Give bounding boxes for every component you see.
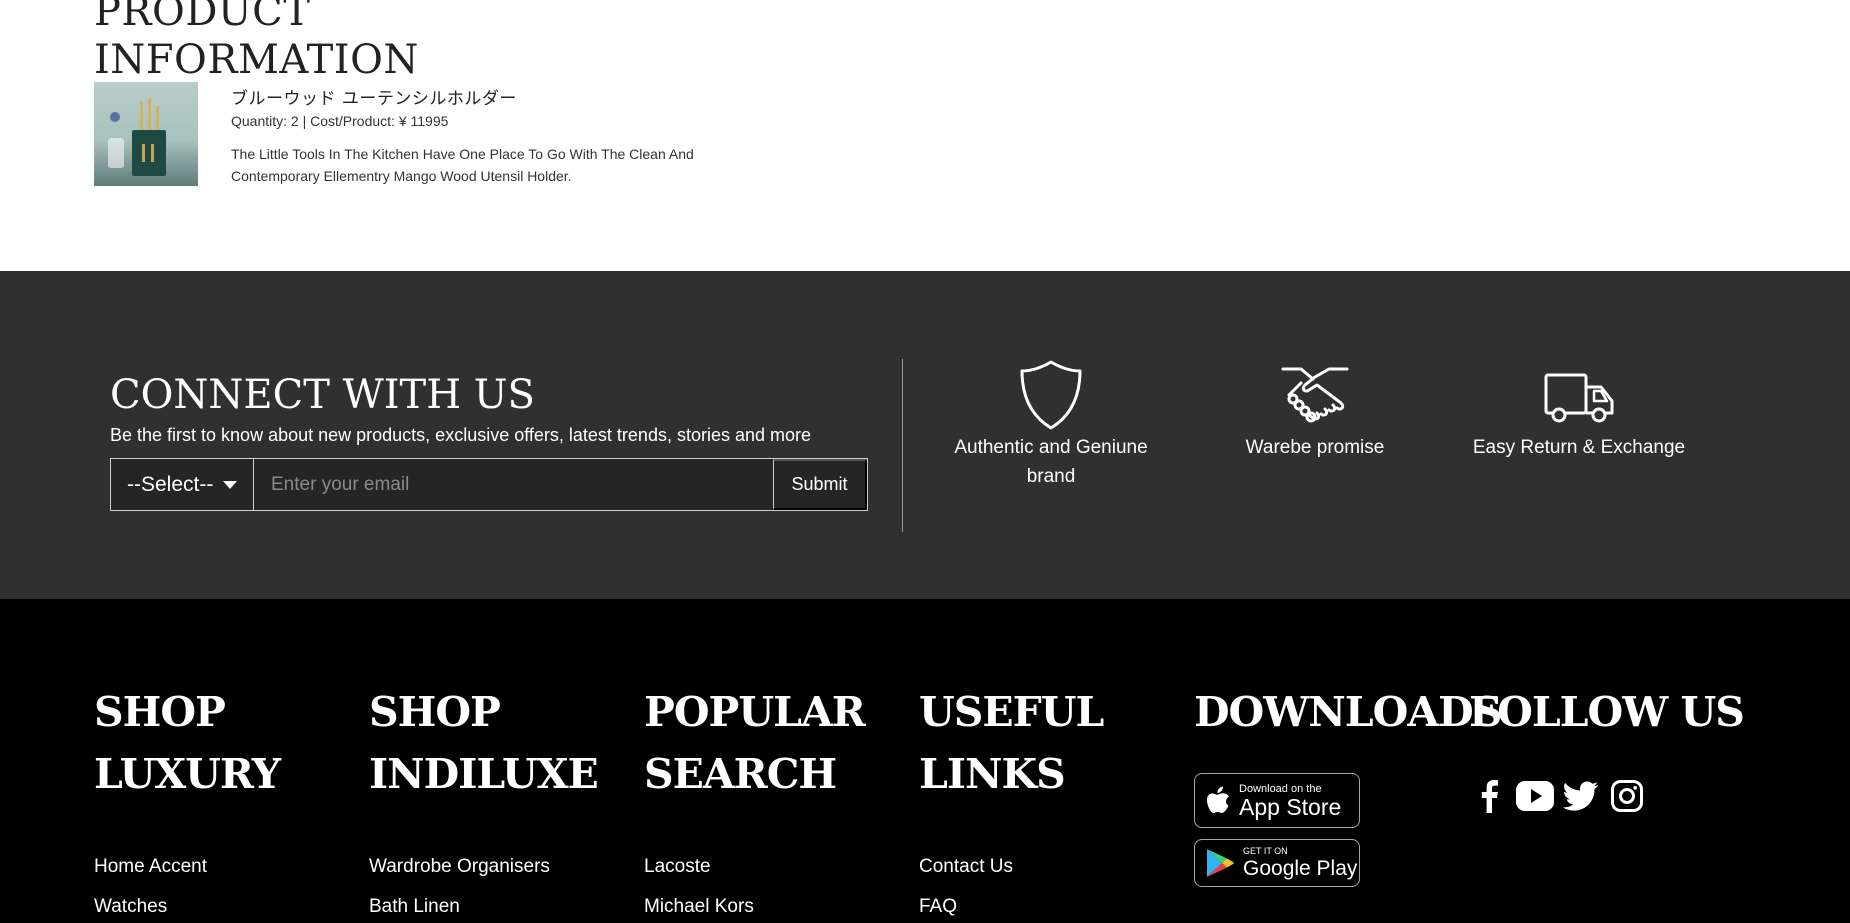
- apple-icon: [1207, 786, 1229, 813]
- feature-return: Easy Return & Exchange: [1459, 359, 1699, 462]
- footer-link[interactable]: Michael Kors: [644, 887, 904, 923]
- footer-column-useful-links: USEFUL LINKS Contact Us FAQ: [919, 681, 1179, 923]
- feature-authentic-label: Authentic and Geniune brand: [954, 437, 1148, 487]
- app-store-badge[interactable]: Download on the App Store: [1194, 773, 1360, 828]
- app-store-small-text: Download on the: [1239, 782, 1322, 795]
- footer-column-title: FOLLOW US: [1469, 688, 1745, 736]
- feature-authentic: Authentic and Geniune brand: [931, 359, 1171, 491]
- product-information-title-line2: INFORMATION: [94, 37, 419, 83]
- connect-title: CONNECT WITH US: [110, 372, 535, 418]
- social-links: [1466, 776, 1650, 816]
- footer-column-downloads: DOWNLOADS: [1194, 681, 1502, 743]
- email-input[interactable]: [254, 459, 773, 510]
- footer-column-follow-us: FOLLOW US: [1469, 681, 1745, 743]
- footer-column-title: POPULAR SEARCH: [644, 688, 866, 798]
- google-play-badge[interactable]: GET IT ON Google Play: [1194, 839, 1360, 887]
- footer-column-title: DOWNLOADS: [1194, 688, 1502, 736]
- site-footer: SHOP LUXURY Home Accent Watches SHOP IND…: [0, 599, 1850, 923]
- footer-link[interactable]: Watches: [94, 887, 354, 923]
- product-information-title-line1: PRODUCT: [94, 0, 311, 35]
- footer-column-popular-search: POPULAR SEARCH Lacoste Michael Kors: [644, 681, 904, 923]
- instagram-icon[interactable]: [1604, 776, 1650, 816]
- youtube-icon[interactable]: [1512, 776, 1558, 816]
- feature-promise: Warebe promise: [1195, 359, 1435, 462]
- feature-promise-label: Warebe promise: [1245, 437, 1385, 458]
- submit-button[interactable]: Submit: [773, 459, 867, 510]
- shield-icon: [1020, 360, 1082, 430]
- footer-link[interactable]: Wardrobe Organisers: [369, 847, 629, 887]
- salutation-select-value: --Select--: [127, 472, 214, 496]
- footer-link[interactable]: Contact Us: [919, 847, 1179, 887]
- caret-down-icon: [223, 480, 238, 489]
- product-information-section: PRODUCT INFORMATION ブルーウッド ユーテンシルホルダー Qu…: [0, 0, 1850, 271]
- product-information-title: PRODUCT INFORMATION: [94, 0, 419, 84]
- handshake-icon: [1281, 367, 1349, 423]
- vertical-divider: [902, 359, 903, 532]
- footer-column-shop-indiluxe: SHOP INDILUXE Wardrobe Organisers Bath L…: [369, 681, 629, 923]
- app-store-big-text: App Store: [1239, 793, 1342, 820]
- footer-link[interactable]: Bath Linen: [369, 887, 629, 923]
- footer-link[interactable]: Home Accent: [94, 847, 354, 887]
- footer-column-title: SHOP INDILUXE: [369, 688, 599, 798]
- newsletter-form: --Select-- Submit: [110, 458, 868, 511]
- product-name[interactable]: ブルーウッド ユーテンシルホルダー: [231, 84, 517, 109]
- twitter-icon[interactable]: [1558, 776, 1604, 816]
- connect-subtitle: Be the first to know about new products,…: [110, 425, 812, 445]
- product-description: The Little Tools In The Kitchen Have One…: [231, 146, 694, 184]
- connect-section: CONNECT WITH US Be the first to know abo…: [0, 271, 1850, 599]
- google-play-icon: [1207, 849, 1234, 877]
- footer-column-shop-luxury: SHOP LUXURY Home Accent Watches: [94, 681, 354, 923]
- truck-icon: [1544, 373, 1614, 423]
- footer-column-title: USEFUL LINKS: [919, 688, 1104, 798]
- feature-return-label: Easy Return & Exchange: [1472, 437, 1686, 458]
- salutation-select[interactable]: --Select--: [111, 459, 254, 510]
- footer-column-title: SHOP LUXURY: [94, 688, 281, 798]
- google-play-small-text: GET IT ON: [1243, 846, 1288, 856]
- footer-link[interactable]: FAQ: [919, 887, 1179, 923]
- google-play-big-text: Google Play: [1243, 857, 1358, 880]
- product-quantity-cost: Quantity: 2 | Cost/Product: ¥ 11995: [231, 113, 449, 129]
- facebook-icon[interactable]: [1466, 776, 1512, 816]
- product-thumbnail[interactable]: [94, 82, 198, 186]
- footer-link[interactable]: Lacoste: [644, 847, 904, 887]
